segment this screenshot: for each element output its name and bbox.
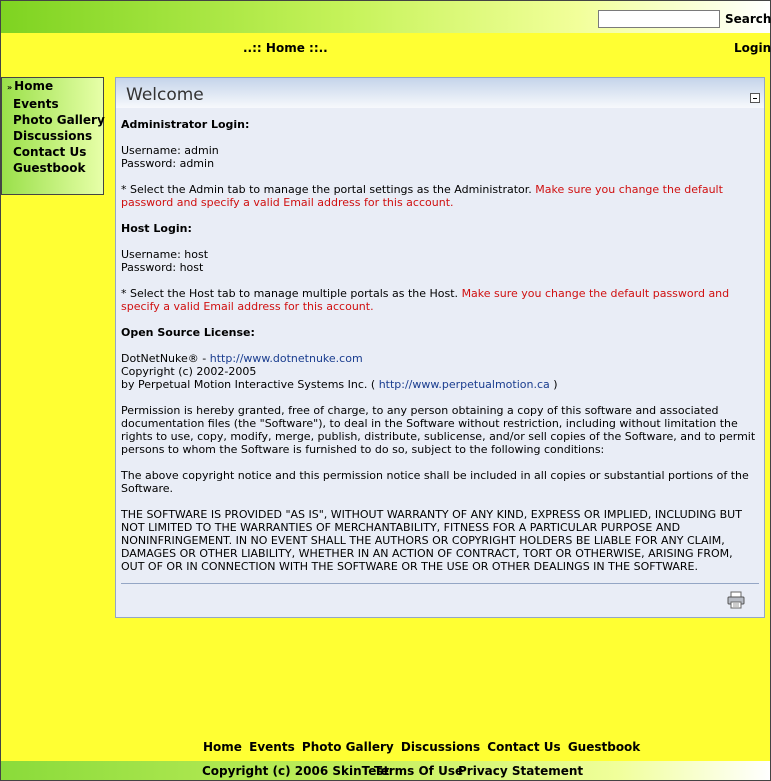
welcome-panel: Welcome Administrator Login: Username: a… — [115, 77, 765, 618]
footer-menu-item-contact-us[interactable]: Contact Us — [487, 740, 560, 754]
notice-paragraph: The above copyright notice and this perm… — [121, 469, 749, 495]
panel-content: Administrator Login: Username: admin Pass… — [121, 118, 759, 586]
top-nav: ..:: Home ::.. — [243, 41, 328, 55]
admin-username: Username: admin — [121, 144, 219, 157]
footer-menu-item-photo-gallery[interactable]: Photo Gallery — [302, 740, 394, 754]
footer-copyright: Copyright (c) 2006 SkinTest — [202, 764, 390, 778]
host-login-heading: Host Login: — [121, 222, 192, 235]
by-close: ) — [549, 378, 558, 391]
host-note: * Select the Host tab to manage multiple… — [121, 287, 759, 313]
perpetualmotion-link[interactable]: http://www.perpetualmotion.ca — [379, 378, 550, 391]
side-menu-item-guestbook[interactable]: Guestbook — [2, 160, 103, 176]
admin-login-heading: Administrator Login: — [121, 118, 250, 131]
side-menu: Home Events Photo Gallery Discussions Co… — [1, 77, 105, 195]
privacy-statement-link[interactable]: Privacy Statement — [458, 764, 583, 778]
search-input[interactable] — [598, 10, 720, 28]
copyright-line: Copyright (c) 2002-2005 — [121, 365, 257, 378]
footer-menu-item-guestbook[interactable]: Guestbook — [568, 740, 640, 754]
dnn-text: DotNetNuke® - — [121, 352, 210, 365]
admin-note-text: * Select the Admin tab to manage the por… — [121, 183, 536, 196]
side-menu-item-contact-us[interactable]: Contact Us — [2, 144, 103, 160]
by-text: by Perpetual Motion Interactive Systems … — [121, 378, 379, 391]
nav-prefix: ..:: — [243, 41, 266, 55]
side-menu-item-home[interactable]: Home — [2, 78, 103, 96]
dnn-link[interactable]: http://www.dotnetnuke.com — [210, 352, 363, 365]
side-menu-item-events[interactable]: Events — [2, 96, 103, 112]
search-button[interactable]: Search — [725, 12, 771, 26]
admin-password: Password: admin — [121, 157, 215, 170]
permission-paragraph: Permission is hereby granted, free of ch… — [121, 404, 756, 456]
admin-credentials: Username: admin Password: admin — [121, 144, 759, 170]
minimize-icon[interactable] — [750, 93, 760, 103]
host-credentials: Username: host Password: host — [121, 248, 759, 274]
footer-menu: Home Events Photo Gallery Discussions Co… — [203, 740, 643, 754]
nav-suffix: ::.. — [304, 41, 328, 55]
nav-item-home[interactable]: Home — [266, 41, 305, 55]
footer-bar: Copyright (c) 2006 SkinTest Terms Of Use… — [1, 761, 770, 780]
footer-menu-item-discussions[interactable]: Discussions — [401, 740, 480, 754]
terms-of-use-link[interactable]: Terms Of Use — [374, 764, 463, 778]
footer-menu-item-home[interactable]: Home — [203, 740, 242, 754]
warranty-paragraph: THE SOFTWARE IS PROVIDED "AS IS", WITHOU… — [121, 508, 742, 573]
license-heading: Open Source License: — [121, 326, 255, 339]
side-menu-item-discussions[interactable]: Discussions — [2, 128, 103, 144]
side-menu-item-photo-gallery[interactable]: Photo Gallery — [2, 112, 105, 128]
printer-icon[interactable] — [727, 591, 745, 609]
panel-divider — [121, 583, 759, 584]
panel-header: Welcome — [116, 78, 764, 108]
admin-note: * Select the Admin tab to manage the por… — [121, 183, 759, 209]
footer-menu-item-events[interactable]: Events — [249, 740, 295, 754]
host-note-text: * Select the Host tab to manage multiple… — [121, 287, 462, 300]
panel-title: Welcome — [126, 85, 204, 105]
host-username: Username: host — [121, 248, 209, 261]
host-password: Password: host — [121, 261, 204, 274]
license-credits: DotNetNuke® - http://www.dotnetnuke.com C… — [121, 352, 759, 391]
login-link[interactable]: Login — [734, 41, 771, 55]
